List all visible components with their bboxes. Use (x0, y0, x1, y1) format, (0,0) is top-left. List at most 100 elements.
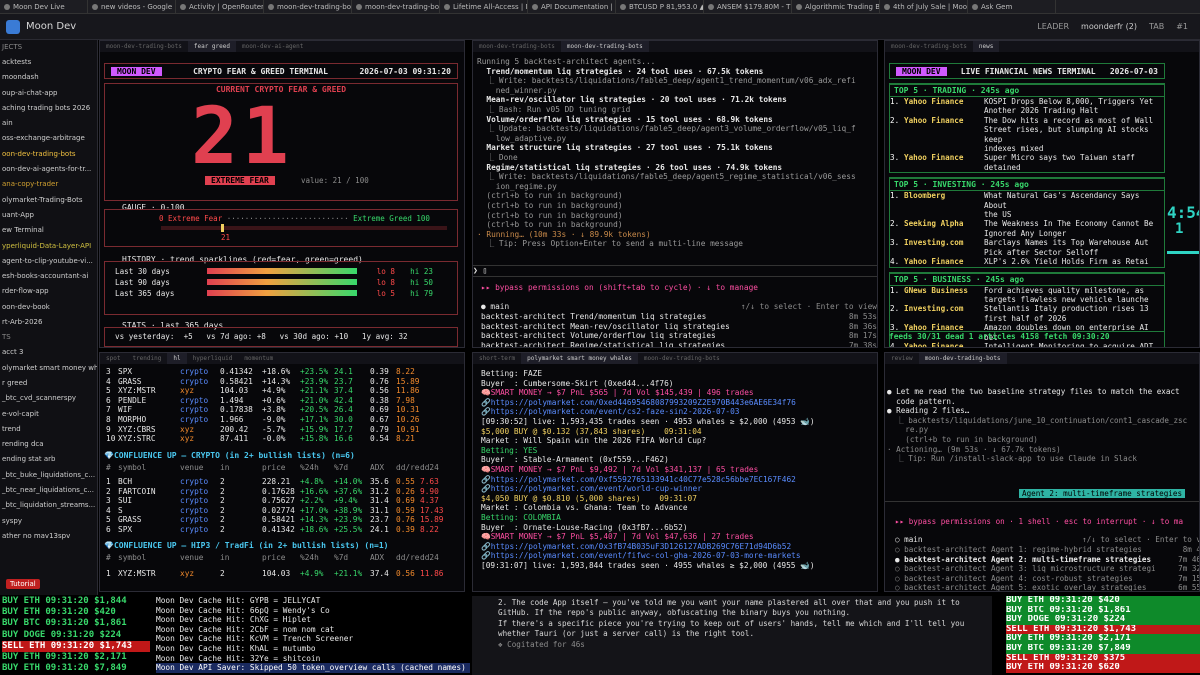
sidebar-script-item[interactable]: olymarket smart money wh... (0, 361, 97, 376)
sidebar-script-item[interactable]: trend (0, 422, 97, 437)
browser-tab[interactable]: new videos - Google D (88, 0, 176, 13)
sidebar-project-item[interactable]: yperliquid-Data-Layer-API (0, 239, 97, 254)
agent-list-item[interactable]: backtest-architect Regime/statistical li… (481, 341, 877, 347)
agent-list-item[interactable]: backtest-architect Volume/orderflow liq … (481, 331, 877, 341)
browser-tab[interactable]: Activity | OpenRouter (176, 0, 264, 13)
news-item[interactable]: 2. Yahoo Finance The Dow hits a record as … (890, 116, 1164, 154)
browser-tab[interactable]: 4th of July Sale | Moon (880, 0, 968, 13)
fear-greed-pane[interactable]: moon-dev-trading-bots fear greed moon-dev-… (99, 40, 465, 348)
sidebar-project-item[interactable]: oon-dev-ai-agents-for-tr... (0, 162, 97, 177)
claude-prompt-input[interactable]: ❯ ▯ (473, 265, 877, 277)
table-row[interactable]: 5 XYZ:MSTR xyz 104.03 +4.9% +21.1% 37.4 0.56 11.… (106, 386, 462, 396)
sidebar-project-item[interactable]: acktests (0, 55, 97, 70)
pane-tab[interactable]: news (972, 41, 1000, 52)
news-item[interactable]: 2. Seeking Alpha The Weakness In The Econo… (890, 219, 1164, 238)
right-agent-item[interactable]: ○ backtest-architect Agent 1: regime-hyb… (895, 545, 1199, 555)
sidebar-project-item[interactable]: aching trading bots 2026 (0, 101, 97, 116)
news-item[interactable]: 3. Investing.com Barclays Names its Top Wa… (890, 238, 1164, 257)
right-agent-item[interactable]: ○ backtest-architect Agent 3: liq micros… (895, 564, 1199, 574)
table-row[interactable]: 9 XYZ:CBRS xyz 200.42 -5.7% +15.9% 17.7 0.79 10.… (106, 425, 462, 435)
column-header: # (106, 553, 111, 562)
sidebar-script-item[interactable]: _btc_liquidation_streams... (0, 498, 97, 513)
sidebar-script-item[interactable]: acct 3 (0, 345, 97, 360)
sidebar-project-item[interactable]: rt-Arb-2026 (0, 315, 97, 330)
pane-tab[interactable]: moon-dev-trading-bots (885, 41, 973, 52)
sidebar-script-item[interactable]: ending stat arb (0, 452, 97, 467)
tab-indicator-value[interactable]: #1 (1176, 22, 1188, 31)
sidebar-project-item[interactable]: ew Terminal (0, 223, 97, 238)
agent-list-item[interactable]: backtest-architect Trend/momentum liq st… (481, 312, 877, 322)
sidebar-script-item[interactable]: syspy (0, 514, 97, 529)
polymarket-whales-pane[interactable]: short-term polymarket smart money whales m… (472, 352, 878, 592)
sidebar-project-item[interactable]: oon-dev-trading-bots (0, 147, 97, 162)
sidebar-project-item[interactable]: olymarket-Trading-Bots (0, 193, 97, 208)
sidebar-project-item[interactable]: ain (0, 116, 97, 131)
sidebar-project-item[interactable]: esh-books-accountant-ai (0, 269, 97, 284)
browser-tab[interactable]: Algorithmic Trading Bot (792, 0, 880, 13)
right-agent-item[interactable]: ○ backtest-architect Agent 4: cost-robus… (895, 574, 1199, 584)
pane-tab[interactable]: moon-dev-trading-bots (560, 41, 649, 52)
right-main-item[interactable]: ○ main (895, 535, 922, 544)
browser-tab[interactable]: BTCUSD P 81,953.0 ▲ (616, 0, 704, 13)
pane-tab[interactable]: moon-dev-trading-bots (473, 41, 561, 52)
sidebar-project-item[interactable]: rder-flow-app (0, 284, 97, 299)
trending-scanner-pane[interactable]: spot trending hl hyperliquid momentum 3 SPX cr… (99, 352, 465, 592)
sidebar-project-item[interactable]: agent-to-clip-youtube-vi... (0, 254, 97, 269)
pane-tab[interactable]: fear greed (187, 41, 236, 52)
news-item[interactable]: 2. Investing.com Stellantis Italy producti… (890, 304, 1164, 323)
news-item[interactable]: 1. Yahoo Finance KOSPI Drops Below 8,000, … (890, 97, 1164, 116)
table-row[interactable]: 4 GRASS crypto 0.58421 +14.3% +23.9% 23.7 0.76 1… (106, 377, 462, 387)
main-thread-item[interactable]: ● main (481, 302, 509, 311)
sidebar-script-item[interactable]: _btc_cvd_scannerspy (0, 391, 97, 406)
news-item[interactable]: 4. Yahoo Finance Intelligent Monitoring to… (890, 342, 1164, 347)
column-header: price (262, 553, 286, 562)
agent-list-item[interactable]: backtest-architect Mean-rev/oscillator l… (481, 322, 877, 332)
table-row[interactable]: 3 SUI crypto 2 0.75627 +2.2% +9.4% 31.4 0.69 4.37 (106, 496, 462, 506)
browser-tab[interactable]: Moon Dev Live (0, 0, 88, 13)
table-row[interactable]: 1 BCH crypto 2 228.21 +4.8% +14.0% 35.6 0.55 7.63 (106, 477, 462, 487)
table-row[interactable]: 1 XYZ:MSTR xyz 2 104.03 +4.9% +21.1% 37.4 0.56 11… (106, 569, 462, 579)
right-agent-item[interactable]: ○ backtest-architect Agent 5: exotic ove… (895, 583, 1199, 591)
sidebar-script-item[interactable]: e-vol-capit (0, 407, 97, 422)
news-item[interactable]: 1. GNews Business Ford achieves quality mi… (890, 286, 1164, 305)
table-row[interactable]: 5 GRASS crypto 2 0.58421 +14.3% +23.9% 23.7 0.76… (106, 515, 462, 525)
browser-tab[interactable]: Ask Gem (968, 0, 1056, 13)
claude-right-pane[interactable]: review moon-dev-trading-bots ● Let me rea… (884, 352, 1200, 592)
pane-tab[interactable]: moon-dev-ai-agent (236, 41, 309, 52)
sidebar-script-item[interactable]: rending dca (0, 437, 97, 452)
browser-tab[interactable]: API Documentation | Mo (528, 0, 616, 13)
claude-agents-pane[interactable]: moon-dev-trading-bots moon-dev-trading-bo… (472, 40, 878, 348)
news-item[interactable]: 4. Yahoo Finance XLP's 2.6% Yield Holds Fi… (890, 257, 1164, 266)
browser-tab[interactable]: moon-dev-trading-bots (264, 0, 352, 13)
table-row[interactable]: 6 SPX crypto 2 0.41342 +18.6% +25.5% 24.1 0.39 8.… (106, 525, 462, 535)
sidebar-project-item[interactable]: oon-dev-book (0, 300, 97, 315)
table-row[interactable]: 7 WIF crypto 0.17838 +3.8% +20.5% 26.4 0.69 10.3… (106, 405, 462, 415)
table-row[interactable]: 4 Scrypto 2 0.02774 +17.0% +38.9% 31.1 0.59 17.4… (106, 506, 462, 516)
gauge-right-label: Extreme Greed 100 (353, 214, 430, 223)
table-row[interactable]: 6 PENDLE crypto 1.494 +0.6% +21.0% 42.4 0.38 7.9… (106, 396, 462, 406)
sidebar-script-item[interactable]: _btc_buke_liquidations_c... (0, 468, 97, 483)
browser-tab[interactable]: moon-dev-trading-bots (352, 0, 440, 13)
browser-tab[interactable]: ANSEM $179.80M - The (704, 0, 792, 13)
browser-tab[interactable]: Lifetime All-Access | M (440, 0, 528, 13)
sidebar-project-item[interactable]: uant-App (0, 208, 97, 223)
sidebar-project-item[interactable]: oss-exchange-arbitrage (0, 131, 97, 146)
sidebar-project-item[interactable]: ana-copy-trader (0, 177, 97, 192)
right-agent-item[interactable]: ● backtest-architect Agent 2: multi-time… (895, 555, 1199, 565)
news-item[interactable]: 3. Yahoo Finance Super Micro says two Taiw… (890, 153, 1164, 172)
sidebar-script-item[interactable]: _btc_near_liquidations_c... (0, 483, 97, 498)
table-row[interactable]: 10 XYZ:STRC xyz 87.411 -0.0% +15.8% 16.6 0.54 8.… (106, 434, 462, 444)
sidebar-project-item[interactable]: moondash (0, 70, 97, 85)
chat-response-line: ❖ Cogitated for 46s (498, 639, 585, 649)
sidebar-script-item[interactable]: ather no mav13spv (0, 529, 97, 544)
news-terminal-pane[interactable]: moon-dev-trading-bots news MOON DEV LIVE … (884, 40, 1200, 348)
pane-tab[interactable]: moon-dev-trading-bots (100, 41, 188, 52)
news-item[interactable]: 1. Bloomberg What Natural Gas's Ascendancy… (890, 191, 1164, 219)
table-row[interactable]: 2 FARTCOIN crypto 2 0.17628 +16.6% +37.6% 31.2 0… (106, 487, 462, 497)
table-row[interactable]: 8 MORPHO crypto 1.966 -9.0% +17.1% 30.0 0.67 10.… (106, 415, 462, 425)
sidebar-script-item[interactable]: r greed (0, 376, 97, 391)
claude-right-input[interactable] (885, 501, 1199, 511)
table-row[interactable]: 3 SPX crypto 0.41342 +18.6% +23.5% 24.1 0.39 8.2… (106, 367, 462, 377)
sidebar-project-item[interactable]: oup-ai-chat-app (0, 86, 97, 101)
tutorial-button[interactable]: Tutorial (6, 579, 40, 589)
